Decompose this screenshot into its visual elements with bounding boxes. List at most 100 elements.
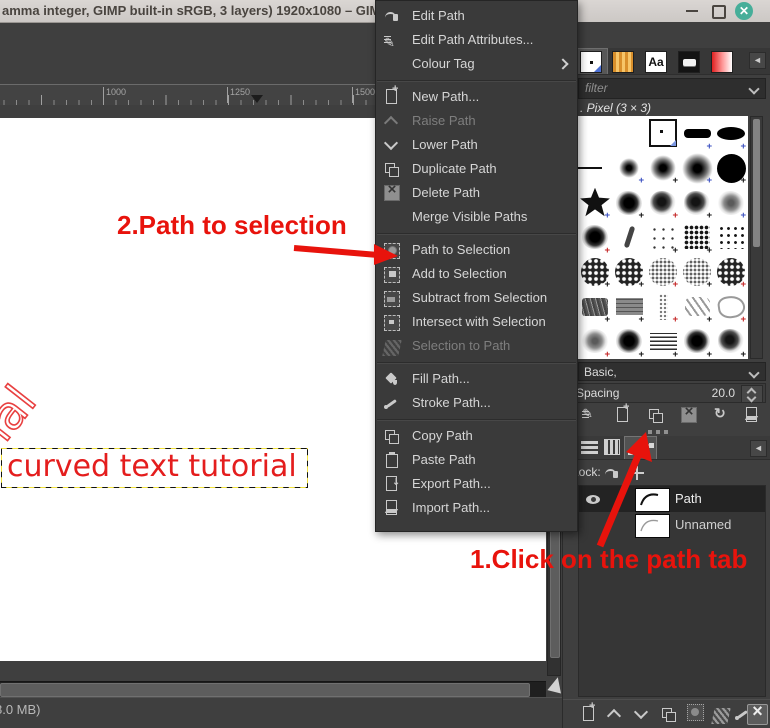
restore-button[interactable] <box>712 5 726 19</box>
menu-item-paste-path[interactable]: Paste Path <box>376 448 577 472</box>
horizontal-scrollbar-thumb[interactable] <box>0 683 530 697</box>
menu-item-subtract-from-selection[interactable]: Subtract from Selection <box>376 286 577 310</box>
brush-cell[interactable]: + <box>714 324 748 359</box>
brush-cell[interactable]: + <box>680 116 714 151</box>
menu-item-colour-tag[interactable]: Colour Tag <box>376 52 577 76</box>
menu-item-fill-path[interactable]: Fill Path... <box>376 367 577 391</box>
brush-cell[interactable] <box>612 116 646 151</box>
ruler-label: 1000 <box>103 87 126 103</box>
tab-gradients[interactable] <box>711 51 733 73</box>
path-name[interactable]: Path <box>675 491 702 506</box>
menu-item-new-path[interactable]: New Path... <box>376 85 577 109</box>
raise-path-icon[interactable] <box>607 710 623 726</box>
brush-cell[interactable]: + <box>680 255 714 290</box>
menu-item-intersect-with-selection[interactable]: Intersect with Selection <box>376 310 577 334</box>
path-to-selection-icon[interactable] <box>687 704 704 721</box>
menu-item-raise-path[interactable]: Raise Path <box>376 109 577 133</box>
brush-spacing-slider[interactable]: Spacing 20.0 <box>565 383 766 403</box>
brush-grid[interactable]: + + + + + + + + + + + + + + + + + + + + … <box>578 116 748 359</box>
refresh-brushes-icon[interactable] <box>714 407 730 423</box>
menu-item-copy-path[interactable]: Copy Path <box>376 424 577 448</box>
selection-to-path-icon[interactable] <box>711 708 730 724</box>
menu-item-path-to-selection[interactable]: Path to Selection <box>376 238 577 262</box>
menu-item-add-to-selection[interactable]: Add to Selection <box>376 262 577 286</box>
brush-cell[interactable]: + <box>680 324 714 359</box>
brush-cell[interactable] <box>714 220 748 255</box>
edit-attributes-icon <box>384 32 400 48</box>
brush-cell[interactable]: + <box>646 255 680 290</box>
window-title: amma integer, GIMP built-in sRGB, 3 laye… <box>2 0 389 22</box>
menu-separator <box>376 229 577 238</box>
brush-cell[interactable]: + <box>646 289 680 324</box>
brush-cell[interactable]: + <box>680 289 714 324</box>
open-brush-icon[interactable] <box>744 407 760 423</box>
brush-cell[interactable]: + <box>680 185 714 220</box>
brush-cell[interactable]: + <box>646 185 680 220</box>
brush-filter-input[interactable]: filter <box>578 78 766 99</box>
minimize-button[interactable] <box>686 10 698 12</box>
brush-cell[interactable]: + <box>714 289 748 324</box>
brush-cell[interactable]: + <box>646 151 680 186</box>
menu-item-import-path[interactable]: Import Path... <box>376 496 577 520</box>
delete-brush-icon[interactable] <box>681 407 697 423</box>
new-path-icon[interactable] <box>581 706 597 722</box>
brush-cell[interactable] <box>612 220 646 255</box>
tab-brushes[interactable] <box>580 51 602 73</box>
brush-cell-selected[interactable] <box>646 116 680 151</box>
brush-cell[interactable]: + <box>714 116 748 151</box>
brush-cell[interactable]: + <box>578 324 612 359</box>
brush-list-scrollbar-thumb[interactable] <box>753 119 760 247</box>
path-name[interactable]: Unnamed <box>675 517 731 532</box>
brush-cell[interactable] <box>578 116 612 151</box>
brush-cell[interactable] <box>578 151 612 186</box>
brush-cell[interactable]: + <box>612 289 646 324</box>
brush-cell[interactable]: + <box>714 185 748 220</box>
brush-list-scrollbar[interactable] <box>750 116 763 359</box>
fill-path-icon <box>384 371 400 387</box>
chevron-down-icon[interactable] <box>748 367 759 378</box>
lower-path-icon[interactable] <box>634 710 650 726</box>
brush-cell[interactable]: + <box>714 151 748 186</box>
brush-cell[interactable]: + <box>714 255 748 290</box>
brush-cell[interactable]: + <box>612 151 646 186</box>
dock-menu-arrow-icon[interactable]: ◄ <box>750 440 767 457</box>
menu-item-export-path[interactable]: Export Path... <box>376 472 577 496</box>
tab-fonts[interactable]: Aa <box>645 51 667 73</box>
new-brush-icon[interactable] <box>615 407 631 423</box>
duplicate-brush-icon[interactable] <box>648 407 664 423</box>
menu-item-stroke-path[interactable]: Stroke Path... <box>376 391 577 415</box>
tab-tool-presets[interactable] <box>678 51 700 73</box>
brush-group-dropdown[interactable]: Basic, <box>578 362 766 381</box>
paths-context-menu: Edit Path Edit Path Attributes... Colour… <box>375 0 578 532</box>
panel-menu-arrow-icon[interactable]: ◄ <box>749 52 766 69</box>
menu-item-edit-path-attributes[interactable]: Edit Path Attributes... <box>376 28 577 52</box>
selected-brush-name: . Pixel (3 × 3) <box>580 101 651 115</box>
brush-cell[interactable]: + <box>646 220 680 255</box>
menu-item-lower-path[interactable]: Lower Path <box>376 133 577 157</box>
close-button[interactable]: ✕ <box>735 2 753 20</box>
intersect-selection-icon <box>384 315 400 331</box>
duplicate-path-icon[interactable] <box>661 706 677 722</box>
menu-item-edit-path[interactable]: Edit Path <box>376 4 577 28</box>
menu-item-duplicate-path[interactable]: Duplicate Path <box>376 157 577 181</box>
chevron-down-icon[interactable] <box>748 83 759 94</box>
brush-cell[interactable]: + <box>578 220 612 255</box>
brush-cell[interactable]: + <box>612 324 646 359</box>
brush-cell[interactable]: + <box>578 185 612 220</box>
brush-cell[interactable]: + <box>680 220 714 255</box>
brush-cell[interactable]: + <box>680 151 714 186</box>
canvas-text: curved text tutorial <box>7 449 297 484</box>
brush-cell[interactable]: + <box>646 324 680 359</box>
tab-patterns[interactable] <box>612 51 634 73</box>
spacing-spinner[interactable] <box>741 385 763 403</box>
menu-item-delete-path[interactable]: Delete Path <box>376 181 577 205</box>
horizontal-scrollbar[interactable] <box>0 681 546 697</box>
menu-item-selection-to-path[interactable]: Selection to Path <box>376 334 577 358</box>
brush-cell[interactable]: + <box>612 255 646 290</box>
edit-brush-icon[interactable] <box>582 407 598 423</box>
brush-cell[interactable]: + <box>578 289 612 324</box>
brush-cell[interactable]: + <box>578 255 612 290</box>
brush-cell[interactable]: + <box>612 185 646 220</box>
menu-item-merge-visible-paths[interactable]: Merge Visible Paths <box>376 205 577 229</box>
delete-path-icon[interactable] <box>747 704 768 725</box>
